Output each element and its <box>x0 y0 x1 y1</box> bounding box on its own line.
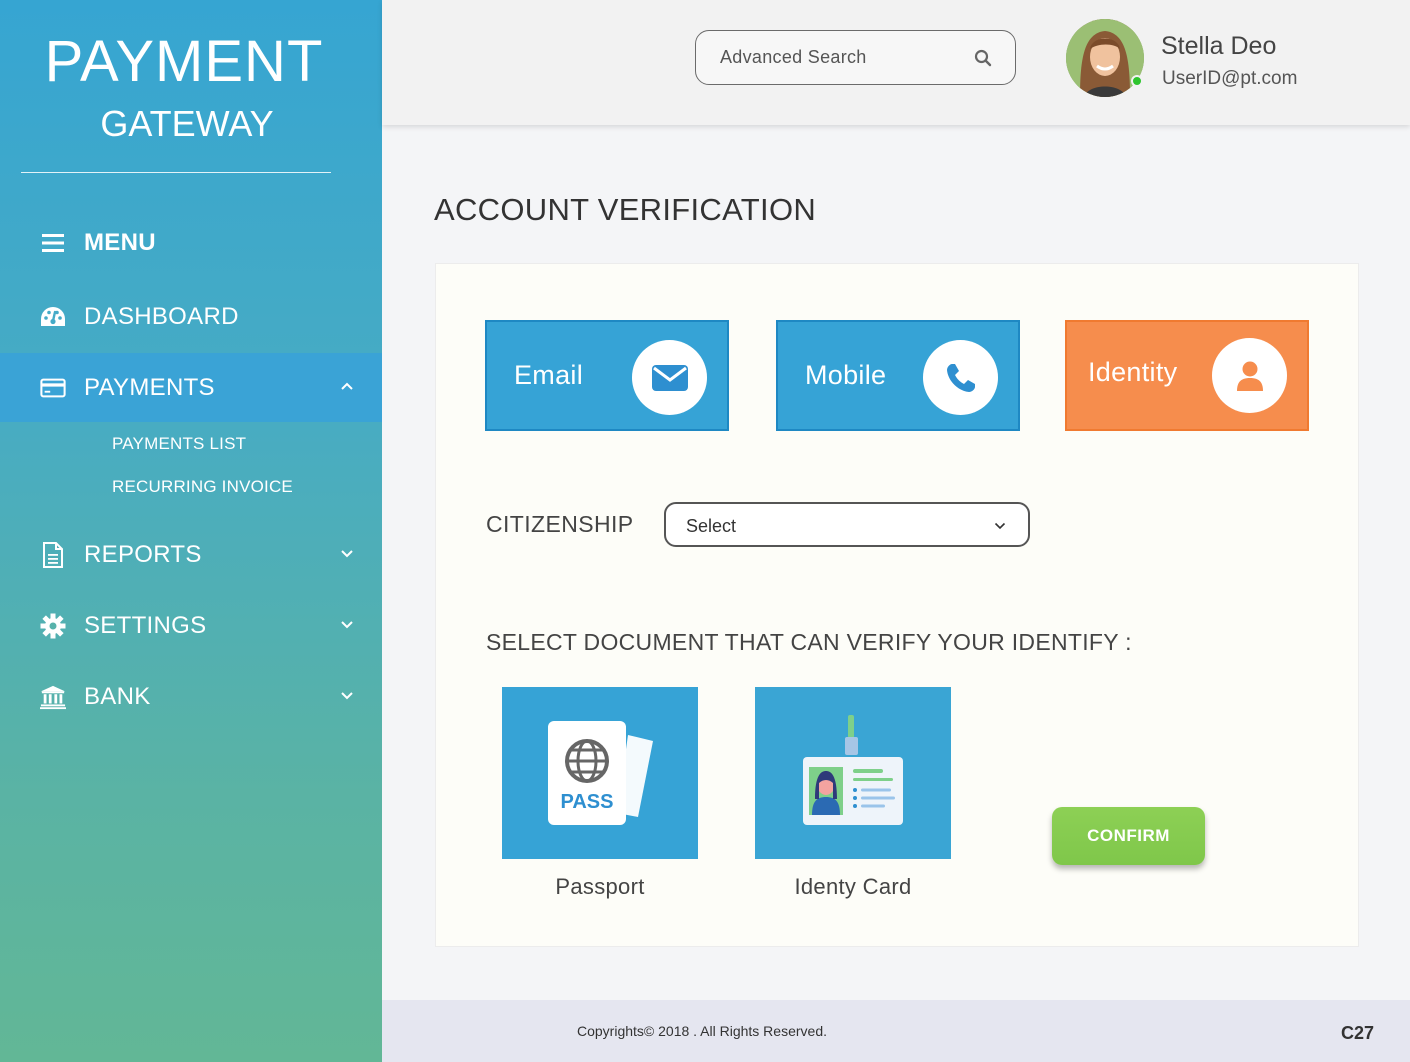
passport-option[interactable]: PASS <box>502 687 698 859</box>
sidebar-subitem-payments-list[interactable]: PAYMENTS LIST <box>112 434 246 454</box>
verify-mobile-button[interactable]: Mobile <box>776 320 1020 431</box>
svg-text:PASS: PASS <box>561 791 614 813</box>
user-icon <box>1212 338 1287 413</box>
documents-heading: SELECT DOCUMENT THAT CAN VERIFY YOUR IDE… <box>486 629 1132 655</box>
sidebar-item-reports[interactable]: REPORTS <box>0 521 382 589</box>
confirm-button[interactable]: CONFIRM <box>1052 807 1205 865</box>
id-card-icon <box>803 715 903 825</box>
chevron-up-icon <box>341 382 353 390</box>
sidebar-item-label: PAYMENTS <box>84 373 215 401</box>
brand-title: PAYMENT <box>44 29 324 94</box>
verify-method-label: Email <box>514 360 584 390</box>
passport-icon: PASS <box>548 721 653 825</box>
gear-icon <box>40 613 66 639</box>
chevron-down-icon <box>341 550 353 558</box>
sidebar-item-label: SETTINGS <box>84 612 207 639</box>
chevron-down-icon <box>341 692 353 700</box>
sidebar-item-settings[interactable]: SETTINGS <box>0 592 382 660</box>
verify-method-label: Identity <box>1088 357 1178 387</box>
sidebar-item-label: REPORTS <box>84 541 202 568</box>
verify-method-label: Mobile <box>805 360 887 390</box>
phone-icon <box>923 340 998 415</box>
brand-subtitle: GATEWAY <box>100 103 274 144</box>
bank-icon <box>40 684 66 710</box>
citizenship-label: CITIZENSHIP <box>486 511 634 537</box>
sidebar-item-bank[interactable]: BANK <box>0 663 382 731</box>
brand-divider <box>21 172 331 173</box>
search-icon[interactable] <box>973 48 993 68</box>
citizenship-select[interactable]: Select <box>664 502 1030 547</box>
page-code: C27 <box>1340 1023 1374 1043</box>
user-name: Stella Deo <box>1161 32 1277 60</box>
sidebar-item-label: BANK <box>84 683 151 710</box>
sidebar: PAYMENT GATEWAY MENU DASHBOARD PAYMENTS … <box>0 0 382 1062</box>
citizenship-select-value: Select <box>686 516 737 536</box>
credit-card-icon <box>40 375 66 401</box>
online-status-indicator <box>1131 75 1143 87</box>
sidebar-item-dashboard[interactable]: DASHBOARD <box>0 283 382 351</box>
passport-label: Passport <box>555 874 645 899</box>
id-card-label: Identy Card <box>794 874 912 899</box>
chevron-down-icon <box>994 522 1006 530</box>
sidebar-item-payments[interactable]: PAYMENTS <box>0 353 382 422</box>
user-email: UserID@pt.com <box>1162 68 1298 89</box>
dashboard-gauge-icon <box>40 304 66 330</box>
brand-logo: PAYMENT GATEWAY <box>0 0 382 146</box>
verify-identity-button[interactable]: Identity <box>1065 320 1309 431</box>
top-header: Advanced Search Stella Deo UserID@pt.com <box>382 0 1410 125</box>
footer: Copyrights© 2018 . All Rights Reserved. … <box>382 1000 1410 1062</box>
sidebar-item-label: DASHBOARD <box>84 303 239 330</box>
verify-email-button[interactable]: Email <box>485 320 729 431</box>
search-input[interactable]: Advanced Search <box>695 30 1016 85</box>
id-card-option[interactable] <box>755 687 951 859</box>
sidebar-subitem-recurring-invoice[interactable]: RECURRING INVOICE <box>112 477 293 497</box>
sidebar-item-label: MENU <box>84 229 156 256</box>
copyright-text: Copyrights© 2018 . All Rights Reserved. <box>577 1023 827 1039</box>
sidebar-item-menu[interactable]: MENU <box>0 209 382 277</box>
hamburger-icon <box>40 230 66 256</box>
page-title: ACCOUNT VERIFICATION <box>434 192 817 227</box>
search-placeholder: Advanced Search <box>720 47 867 67</box>
chevron-down-icon <box>341 621 353 629</box>
document-icon <box>40 542 66 568</box>
envelope-icon <box>632 340 707 415</box>
